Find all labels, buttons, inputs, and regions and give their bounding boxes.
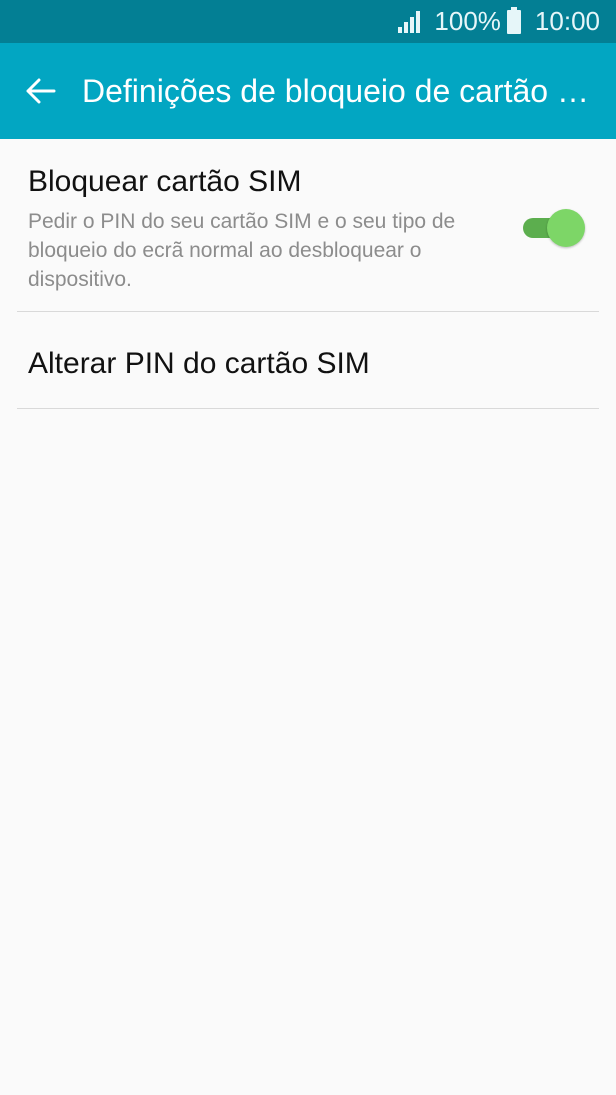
lock-sim-card-title: Bloquear cartão SIM [28, 165, 302, 198]
page-title: Definições de bloqueio de cartão SIM [82, 72, 604, 109]
signal-icon [398, 10, 422, 33]
battery-icon [506, 6, 521, 34]
back-button[interactable] [0, 43, 82, 139]
lock-sim-card-toggle[interactable] [521, 209, 585, 247]
lock-sim-card-row[interactable]: Bloquear cartão SIM Pedir o PIN do seu c… [17, 139, 599, 312]
battery-percentage: 100% [434, 6, 501, 36]
lock-sim-card-description: Pedir o PIN do seu cartão SIM e o seu ti… [28, 210, 456, 291]
app-bar: Definições de bloqueio de cartão SIM [0, 43, 616, 139]
status-bar: 100% 10:00 [0, 0, 616, 43]
change-sim-pin-row[interactable]: Alterar PIN do cartão SIM [17, 312, 599, 409]
settings-list: Bloquear cartão SIM Pedir o PIN do seu c… [0, 139, 616, 409]
arrow-left-icon [26, 78, 56, 104]
toggle-thumb [547, 209, 585, 247]
change-sim-pin-title: Alterar PIN do cartão SIM [28, 347, 370, 380]
clock: 10:00 [534, 6, 600, 36]
